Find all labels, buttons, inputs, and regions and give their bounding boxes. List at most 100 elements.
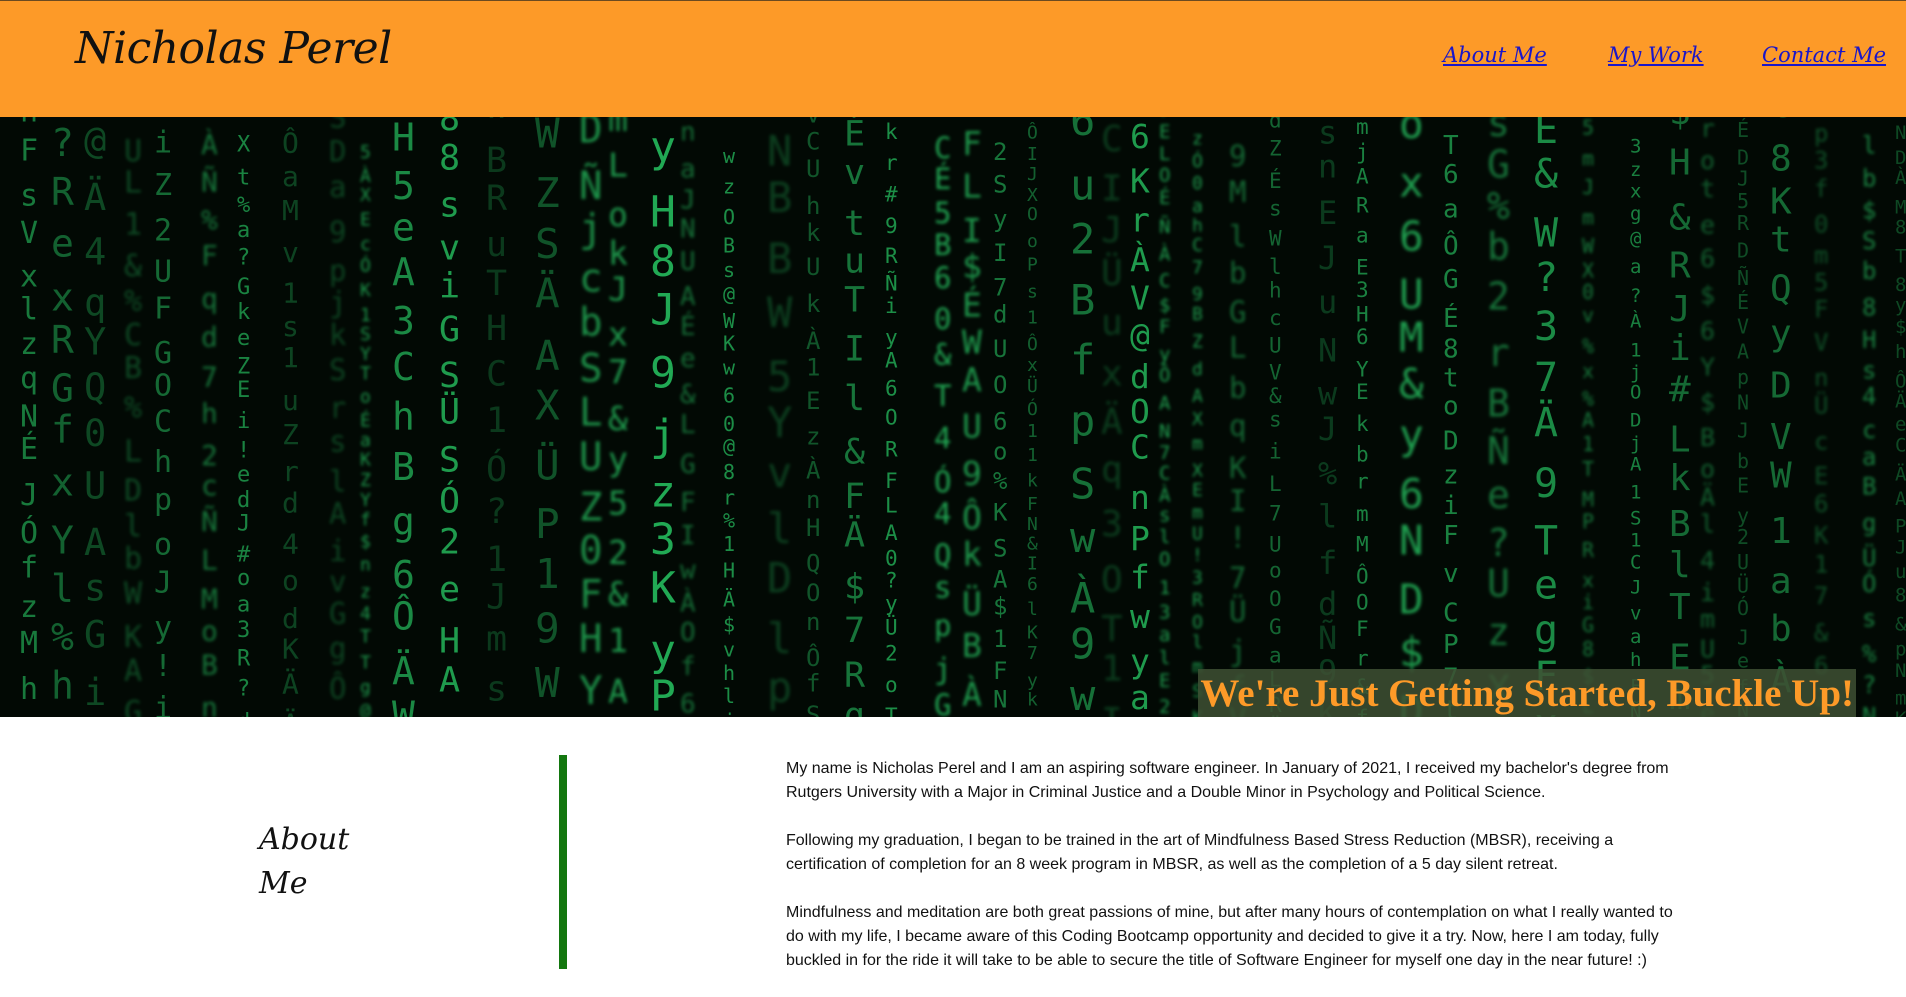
svg-text:Z: Z xyxy=(282,418,299,451)
svg-text:S: S xyxy=(579,346,602,391)
matrix-code-rain-image: hFsVxlzqNÉJÓfzMhpÄ?RexRGfxYl%h@Ä4qYQ0UAs… xyxy=(20,117,1906,717)
svg-text:i: i xyxy=(154,691,172,717)
svg-text:M: M xyxy=(1895,197,1906,219)
svg-text:$: $ xyxy=(1700,387,1715,416)
svg-text:l: l xyxy=(1192,632,1203,653)
svg-text:l: l xyxy=(1700,510,1715,539)
svg-text:l: l xyxy=(20,292,38,327)
svg-text:V: V xyxy=(20,216,38,251)
svg-text:Ô: Ô xyxy=(1895,368,1906,392)
svg-text:H: H xyxy=(1669,142,1691,183)
svg-text:d: d xyxy=(237,710,250,717)
svg-text:U: U xyxy=(806,253,820,281)
svg-text:F: F xyxy=(844,477,865,517)
svg-text:o: o xyxy=(885,673,898,697)
svg-text:y: y xyxy=(1399,411,1424,459)
nav-link-about-me[interactable]: About Me xyxy=(1443,43,1547,67)
svg-text:F: F xyxy=(1159,316,1170,338)
svg-text:J: J xyxy=(237,512,250,537)
svg-text:8: 8 xyxy=(439,139,460,179)
svg-text:t: t xyxy=(844,204,865,244)
svg-text:D: D xyxy=(1399,575,1424,623)
svg-text:O: O xyxy=(723,205,735,229)
svg-text:c: c xyxy=(579,257,602,302)
svg-text:O: O xyxy=(1027,204,1038,225)
svg-text:D: D xyxy=(767,554,792,603)
svg-text:o: o xyxy=(1027,231,1038,252)
svg-text:l: l xyxy=(1318,498,1337,536)
svg-text:G: G xyxy=(154,336,172,371)
svg-text:J: J xyxy=(486,577,507,617)
svg-text:U: U xyxy=(1399,270,1424,318)
svg-text:V: V xyxy=(1814,328,1828,356)
svg-text:o: o xyxy=(360,387,371,408)
svg-text:Ä: Ä xyxy=(282,707,299,717)
svg-text:m: m xyxy=(1192,502,1203,523)
svg-text:B: B xyxy=(1070,275,1095,324)
svg-text:M: M xyxy=(1356,533,1369,557)
svg-text:W: W xyxy=(1534,211,1559,257)
svg-text:J: J xyxy=(1895,537,1906,559)
nav-link-my-work[interactable]: My Work xyxy=(1608,43,1704,67)
svg-text:n: n xyxy=(806,486,820,514)
svg-text:9: 9 xyxy=(650,349,676,399)
svg-text:O: O xyxy=(1192,612,1203,633)
svg-text:y: y xyxy=(885,591,898,615)
svg-text:e: e xyxy=(1700,211,1715,240)
svg-text:Ô: Ô xyxy=(392,594,415,638)
svg-text:I: I xyxy=(1101,168,1123,209)
svg-text:8: 8 xyxy=(1862,293,1876,321)
svg-text:N: N xyxy=(1027,514,1038,535)
svg-text:I: I xyxy=(1027,553,1038,574)
svg-text:h: h xyxy=(392,394,415,438)
svg-text:c: c xyxy=(1862,416,1876,444)
svg-text:?: ? xyxy=(885,569,898,593)
svg-text:U: U xyxy=(1700,634,1715,663)
svg-text:T: T xyxy=(1582,457,1594,481)
svg-text:p: p xyxy=(329,254,346,288)
svg-text:v: v xyxy=(329,564,346,598)
svg-text:z: z xyxy=(360,581,371,602)
svg-text:z: z xyxy=(1192,129,1203,150)
svg-text:%: % xyxy=(124,390,142,425)
svg-text:R: R xyxy=(51,318,74,362)
svg-text:d: d xyxy=(1318,585,1337,623)
svg-text:h: h xyxy=(806,192,820,220)
svg-text:C: C xyxy=(392,345,415,389)
svg-text:F: F xyxy=(579,573,602,618)
svg-text:A: A xyxy=(535,332,560,380)
svg-text:I: I xyxy=(962,211,982,250)
svg-text:5: 5 xyxy=(1582,117,1594,140)
svg-text:?: ? xyxy=(1862,671,1876,699)
svg-text:k: k xyxy=(1027,471,1038,492)
svg-text:n: n xyxy=(1814,364,1828,392)
nav-link-contact-me[interactable]: Contact Me xyxy=(1762,43,1886,67)
svg-text:q: q xyxy=(20,361,38,396)
svg-text:b: b xyxy=(124,542,142,577)
svg-text:L: L xyxy=(579,391,602,436)
svg-text:l: l xyxy=(1862,131,1876,159)
svg-text:@: @ xyxy=(84,119,106,162)
svg-text:w: w xyxy=(723,355,736,379)
svg-text:m: m xyxy=(1356,502,1369,526)
svg-text:2: 2 xyxy=(439,522,460,562)
svg-text:a: a xyxy=(1269,644,1282,668)
svg-text:B: B xyxy=(934,228,951,262)
svg-text:O: O xyxy=(1630,382,1641,404)
svg-text:j: j xyxy=(579,207,602,252)
svg-text:&: & xyxy=(1895,613,1906,635)
svg-text:v: v xyxy=(844,153,865,193)
svg-text:Ô: Ô xyxy=(329,671,346,705)
svg-text:@: @ xyxy=(360,700,371,717)
svg-text:%: % xyxy=(237,193,250,218)
svg-text:7: 7 xyxy=(1027,643,1038,664)
svg-text:a: a xyxy=(1159,624,1170,646)
svg-text:a: a xyxy=(1130,678,1150,717)
svg-text:A: A xyxy=(680,282,696,312)
svg-text:A: A xyxy=(1895,488,1906,510)
svg-text:p: p xyxy=(934,609,951,643)
svg-text:Ü: Ü xyxy=(535,441,560,489)
svg-text:s: s xyxy=(1862,605,1876,633)
svg-text:A: A xyxy=(993,565,1008,593)
svg-text:z: z xyxy=(20,590,38,625)
